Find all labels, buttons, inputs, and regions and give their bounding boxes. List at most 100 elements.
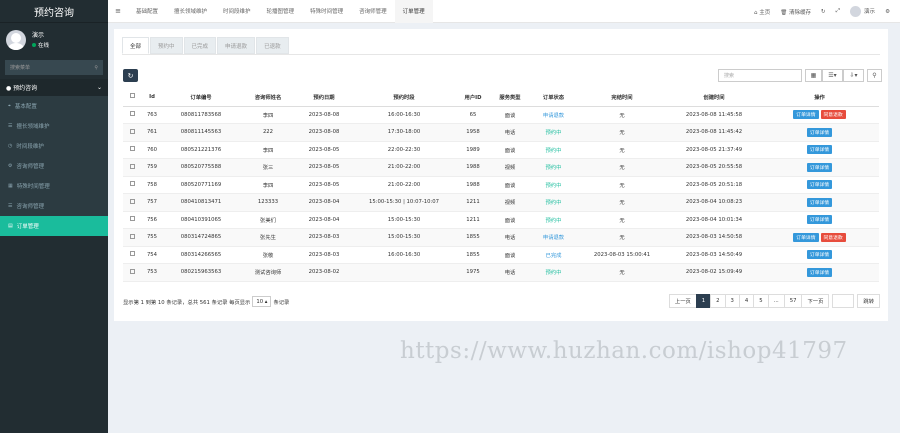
advanced-search-button[interactable]: ⚲ — [867, 69, 882, 82]
columns-button[interactable]: ☰▾ — [822, 69, 843, 82]
refresh-button[interactable]: ↻ — [123, 69, 138, 82]
column-header[interactable]: 订单编号 — [163, 88, 239, 107]
pagination-info: 显示第 1 到第 10 条记录，总共 561 条记录 每页显示 10 ▴ 条记录 — [123, 296, 289, 307]
top-tab[interactable]: 订单管理 — [394, 0, 433, 23]
cell-actions: 订单详情 同意退款 — [760, 106, 879, 124]
fullscreen-icon[interactable]: ⤢ — [836, 8, 840, 15]
cell-finish: 无 — [576, 123, 668, 142]
row-checkbox[interactable] — [123, 246, 141, 264]
menu-toggle-icon[interactable]: ≡ — [108, 7, 128, 15]
cell-uid: 1988 — [457, 158, 489, 177]
top-tab[interactable]: 特殊时间管理 — [302, 0, 351, 23]
cell-date: 2023-08-05 — [297, 158, 351, 177]
user-menu[interactable]: 演示 — [850, 6, 875, 17]
row-checkbox[interactable] — [123, 158, 141, 177]
cell-date: 2023-08-03 — [297, 228, 351, 247]
home-link[interactable]: ⌂ 主页 — [754, 8, 770, 16]
table-row: 759 080520775588 张三 2023-08-05 21:00-22:00 19… — [123, 158, 879, 177]
next-page-button[interactable]: 下一页 — [801, 294, 830, 308]
row-checkbox[interactable] — [123, 211, 141, 229]
column-header[interactable]: 操作 — [760, 88, 879, 107]
row-checkbox[interactable] — [123, 263, 141, 282]
brand-title[interactable]: 预约咨询 — [0, 0, 108, 23]
cell-slot: 22:00-22:30 — [351, 141, 457, 159]
prev-page-button[interactable]: 上一页 — [668, 294, 697, 308]
order-detail-button[interactable]: 订单详情 — [806, 250, 833, 260]
sidebar-item[interactable]: ☰ 咨询师管理 — [0, 196, 108, 216]
sidebar-item[interactable]: ☰ 擅长领域维护 — [0, 116, 108, 136]
sidebar-search-input[interactable]: 搜索菜单 ⚲ — [5, 60, 103, 75]
column-header[interactable]: 预约时段 — [351, 88, 457, 107]
column-header[interactable]: 咨询师姓名 — [239, 88, 297, 107]
page-size-select[interactable]: 10 ▴ — [252, 296, 272, 307]
row-checkbox[interactable] — [123, 176, 141, 194]
row-checkbox[interactable] — [123, 228, 141, 247]
menu-group-header[interactable]: ● 预约咨询 ⌄ — [0, 79, 108, 96]
cell-service: 面谈 — [489, 141, 531, 159]
column-header[interactable]: 用户ID — [457, 88, 489, 107]
page-button[interactable]: 5 — [753, 294, 769, 308]
order-detail-button[interactable]: 订单详情 — [806, 127, 833, 137]
top-tab[interactable]: 擅长领域维护 — [166, 0, 215, 23]
sidebar-item[interactable]: ⌖ 基本配置 — [0, 96, 108, 116]
user-panel: 演示 在线 — [0, 23, 108, 56]
order-detail-button[interactable]: 订单详情 — [806, 162, 833, 172]
order-detail-button[interactable]: 订单详情 — [806, 267, 833, 277]
column-header[interactable]: 预约日期 — [297, 88, 351, 107]
sidebar-item[interactable]: ▤ 订单管理 — [0, 216, 108, 236]
cell-counselor: 张先生 — [239, 228, 297, 247]
jump-button[interactable]: 跳转 — [857, 294, 880, 308]
page-button[interactable]: 4 — [738, 294, 755, 308]
settings-icon[interactable]: ⚙ — [885, 9, 890, 15]
sidebar-item[interactable]: ⚙ 咨询师管理 — [0, 156, 108, 176]
page-button[interactable]: 1 — [695, 294, 712, 308]
order-detail-button[interactable]: 订单详情 — [806, 197, 833, 207]
column-header[interactable]: 完结时间 — [576, 88, 668, 107]
order-detail-button[interactable]: 订单详情 — [806, 180, 833, 190]
filter-tab[interactable]: 已完成 — [183, 37, 217, 54]
approve-refund-button[interactable]: 同意退款 — [820, 110, 846, 120]
top-tab[interactable]: 轮播图管理 — [259, 0, 303, 23]
top-tab[interactable]: 咨询师管理 — [351, 0, 395, 23]
search-icon[interactable]: ⚲ — [94, 65, 98, 71]
filter-tab[interactable]: 已退款 — [256, 37, 289, 54]
cell-status: 已完成 — [531, 246, 576, 264]
row-checkbox[interactable] — [123, 123, 141, 142]
column-header[interactable]: 创建时间 — [668, 88, 760, 107]
cell-created: 2023-08-08 11:45:42 — [668, 123, 760, 142]
toggle-view-button[interactable]: ▦ — [805, 69, 822, 82]
column-header[interactable]: 服务类型 — [489, 88, 531, 107]
jump-page-input[interactable] — [832, 294, 855, 308]
clear-cache-link[interactable]: 🗑 清除缓存 — [780, 8, 811, 16]
page-button[interactable]: 57 — [783, 294, 803, 308]
top-tab[interactable]: 基础配置 — [128, 0, 166, 23]
table-search-input[interactable]: 搜索 — [718, 69, 802, 82]
filter-tab[interactable]: 申请退款 — [217, 37, 256, 54]
order-detail-button[interactable]: 订单详情 — [806, 145, 833, 155]
order-detail-button[interactable]: 订单详情 — [806, 215, 833, 225]
avatar — [850, 6, 862, 17]
order-detail-button[interactable]: 订单详情 — [793, 110, 819, 120]
home-icon: ⌂ — [754, 9, 758, 16]
table-row: 761 080811145563 222 2023-08-08 17:30-18:00 1… — [123, 123, 879, 142]
sidebar-item[interactable]: ◷ 时间段维护 — [0, 136, 108, 156]
export-button[interactable]: ⇩▾ — [843, 69, 864, 82]
sidebar-item[interactable]: ▦ 特殊时间管理 — [0, 176, 108, 196]
column-header[interactable]: Id — [141, 88, 163, 107]
row-checkbox[interactable] — [123, 193, 141, 212]
top-tab[interactable]: 时间段维护 — [215, 0, 259, 23]
approve-refund-button[interactable]: 同意退款 — [820, 232, 846, 242]
page-button[interactable]: 3 — [724, 294, 740, 308]
refresh-icon[interactable]: ↻ — [821, 9, 826, 15]
page-button[interactable]: ... — [767, 294, 785, 308]
column-header[interactable]: 订单状态 — [531, 88, 576, 107]
select-all-checkbox[interactable] — [123, 88, 141, 107]
page-button[interactable]: 2 — [710, 294, 726, 308]
row-checkbox[interactable] — [123, 141, 141, 159]
filter-tab[interactable]: 预约中 — [150, 37, 183, 54]
cell-status: 预约中 — [531, 123, 576, 142]
order-detail-button[interactable]: 订单详情 — [793, 232, 819, 242]
row-checkbox[interactable] — [123, 106, 141, 124]
cell-uid: 1855 — [457, 246, 489, 264]
filter-tab[interactable]: 全部 — [122, 37, 150, 54]
